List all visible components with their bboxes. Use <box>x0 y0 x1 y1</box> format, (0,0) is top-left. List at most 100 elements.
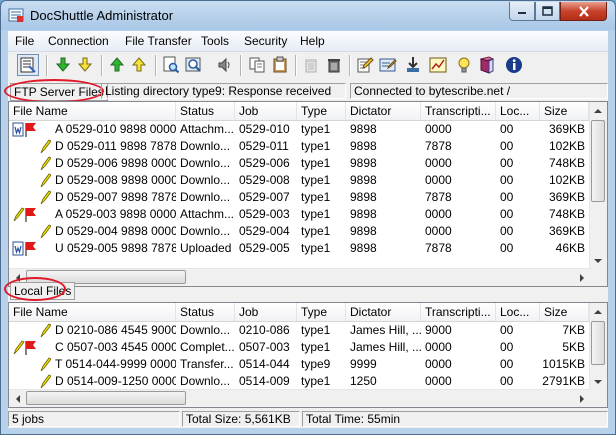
local-horizontal-scrollbar[interactable] <box>9 389 591 407</box>
local-scroll-right-button[interactable] <box>574 390 590 407</box>
local-column-header[interactable]: Transcripti... <box>421 303 496 321</box>
local-scroll-up-button[interactable] <box>590 303 606 320</box>
local-column-header[interactable]: Status <box>176 303 235 321</box>
transfer-button[interactable] <box>402 54 424 76</box>
local-scroll-left-button[interactable] <box>9 390 25 407</box>
ftp-cell-trans: 0000 <box>425 173 452 187</box>
ftp-column-header[interactable]: Job <box>235 102 297 120</box>
ftp-cell-loc: 00 <box>500 173 514 187</box>
ftp-cell-loc: 00 <box>500 190 514 204</box>
ftp-header: File Name Status Job Type Dictator Transcript… <box>9 102 589 121</box>
menu-connection[interactable]: Connection <box>48 34 109 48</box>
speaker-icon <box>218 57 230 73</box>
ftp-column-header[interactable]: Transcripti... <box>421 102 496 120</box>
ftp-scroll-thumb[interactable] <box>591 120 605 202</box>
ftp-column-header[interactable]: Loc... <box>496 102 540 120</box>
paste-button[interactable] <box>269 54 291 76</box>
local-column-header[interactable]: Type <box>297 303 346 321</box>
local-vertical-scrollbar[interactable] <box>589 303 607 391</box>
menu-security[interactable]: Security <box>244 34 287 48</box>
tip-button[interactable] <box>453 54 475 76</box>
local-table-row[interactable]: T 0514-044-9999 0000 0... Transfer... 0514… <box>9 356 589 373</box>
ftp-column-header[interactable]: Status <box>176 102 235 120</box>
local-file-list: File Name Status Job Type Dictator Transcript… <box>8 302 608 408</box>
help-book-button[interactable] <box>476 54 498 76</box>
ftp-column-header[interactable]: Dictator <box>346 102 421 120</box>
ftp-cell-dictator: 9898 <box>350 190 377 204</box>
upload-yellow-button[interactable] <box>128 54 150 76</box>
download-yellow-button[interactable] <box>74 54 96 76</box>
ftp-table-row[interactable]: A 0529-003 9898 0000 0... Attachm... 0529-… <box>9 206 589 223</box>
minimize-button[interactable] <box>509 2 535 21</box>
scroll-up-icon <box>594 310 602 314</box>
local-scroll-thumb[interactable] <box>591 321 605 365</box>
local-table-row[interactable]: D 0514-009-1250 0000 0... Downlo... 0514-0… <box>9 373 589 390</box>
find-button[interactable] <box>183 54 205 76</box>
ftp-cell-job: 0529-010 <box>239 122 290 136</box>
ftp-table-row[interactable]: D 0529-008 9898 0000 0... Downlo... 0529-0… <box>9 172 589 189</box>
ftp-table-row[interactable]: D 0529-006 9898 0000 0... Downlo... 0529-0… <box>9 155 589 172</box>
local-table-row[interactable]: D 0210-086 4545 9000 ... Downlo... 0210-08… <box>9 322 589 339</box>
ftp-table-row[interactable]: U 0529-005 9898 7878 ... Uploaded 0529-005… <box>9 240 589 257</box>
ftp-table-row[interactable]: D 0529-004 9898 0000 0... Downlo... 0529-0… <box>9 223 589 240</box>
search-document-button[interactable] <box>160 54 182 76</box>
local-cell-job: 0507-003 <box>239 340 290 354</box>
arrow-up-yellow-icon <box>131 57 147 72</box>
ftp-table-row[interactable]: D 0529-007 9898 7878 ... Downlo... 0529-00… <box>9 189 589 206</box>
local-table-row[interactable]: C 0507-003 4545 0000 ... Complet... 0507-0… <box>9 339 589 356</box>
book-icon <box>479 56 495 74</box>
info-button[interactable] <box>503 54 525 76</box>
download-green-button[interactable] <box>52 54 74 76</box>
local-column-header[interactable]: File Name <box>9 303 176 321</box>
menu-file-transfer[interactable]: File Transfer <box>125 34 192 48</box>
audio-button[interactable] <box>214 54 236 76</box>
local-cell-dictator: 1250 <box>350 374 377 388</box>
scroll-down-button[interactable] <box>590 253 606 270</box>
local-cell-status: Transfer... <box>180 357 234 371</box>
ftp-column-header[interactable]: Size <box>540 102 589 120</box>
ftp-column-header[interactable]: Type <box>297 102 346 120</box>
local-column-header[interactable]: Dictator <box>346 303 421 321</box>
pen-icon <box>40 357 51 372</box>
close-button[interactable] <box>560 2 607 21</box>
ftp-highlight-oval <box>4 79 104 103</box>
chart-button[interactable] <box>427 54 449 76</box>
local-cell-loc: 00 <box>500 340 514 354</box>
ftp-cell-file: D 0529-006 9898 0000 0... <box>55 156 176 170</box>
jobs-count: 5 jobs <box>8 411 180 427</box>
title-bar[interactable]: DocShuttle Administrator <box>1 1 615 31</box>
ftp-table-row[interactable]: A 0529-010 9898 0000 0... Attachm... 0529-… <box>9 121 589 138</box>
ftp-cell-trans: 0000 <box>425 207 452 221</box>
local-scroll-down-button[interactable] <box>590 374 606 391</box>
client-area: File Connection File Transfer Tools Secu… <box>4 31 608 428</box>
delete-disabled-button[interactable] <box>300 54 322 76</box>
edit-form-button[interactable] <box>377 54 399 76</box>
ftp-cell-job: 0529-006 <box>239 156 290 170</box>
local-column-header[interactable]: Loc... <box>496 303 540 321</box>
ftp-cell-file: U 0529-005 9898 7878 ... <box>55 241 176 255</box>
local-column-header[interactable]: Size <box>540 303 589 321</box>
menu-file[interactable]: File <box>15 34 34 48</box>
ftp-cell-file: A 0529-003 9898 0000 0... <box>55 207 176 221</box>
local-column-header[interactable]: Job <box>235 303 297 321</box>
arrow-down-yellow-icon <box>77 57 93 72</box>
delete-button[interactable] <box>323 54 345 76</box>
window-title: DocShuttle Administrator <box>30 8 174 23</box>
menu-help[interactable]: Help <box>300 34 325 48</box>
local-cell-loc: 00 <box>500 323 514 337</box>
scroll-up-button[interactable] <box>590 102 606 119</box>
edit-document-button[interactable] <box>354 54 376 76</box>
list-view-button[interactable] <box>17 54 39 76</box>
maximize-button[interactable] <box>535 2 560 21</box>
ftp-vertical-scrollbar[interactable] <box>589 102 607 270</box>
menu-tools[interactable]: Tools <box>201 34 229 48</box>
ftp-table-row[interactable]: D 0529-011 9898 7878 ... Downlo... 0529-01… <box>9 138 589 155</box>
ftp-cell-file: D 0529-004 9898 0000 0... <box>55 224 176 238</box>
ftp-column-header[interactable]: File Name <box>9 102 176 120</box>
copy-button[interactable] <box>246 54 268 76</box>
ftp-cell-file: D 0529-011 9898 7878 ... <box>55 139 176 153</box>
local-hscroll-thumb[interactable] <box>26 391 186 405</box>
upload-green-button[interactable] <box>106 54 128 76</box>
status-bar: 5 jobs Total Size: 5,561KB Total Time: 5… <box>8 409 608 428</box>
ftp-cell-trans: 0000 <box>425 122 452 136</box>
